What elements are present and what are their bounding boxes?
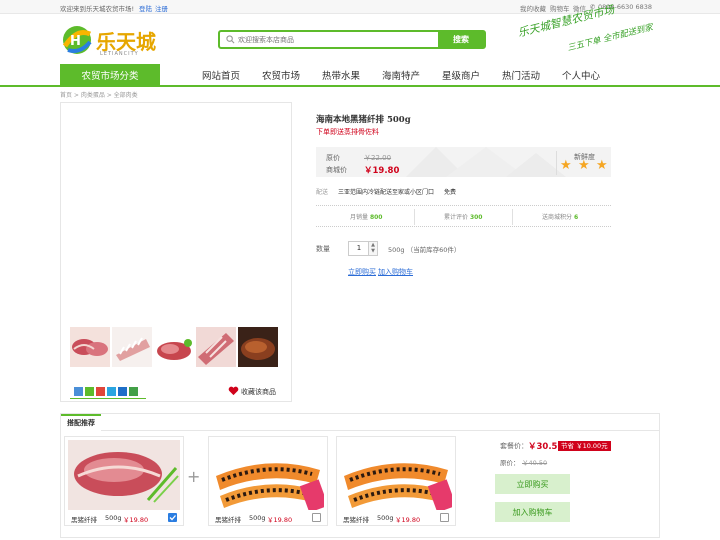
- pork-image: [68, 440, 180, 510]
- buy-now-link[interactable]: 立即购买: [348, 267, 376, 277]
- chevron-down-icon[interactable]: ▼: [369, 248, 377, 254]
- product-title: 海南本地黑猪纤排 500g: [316, 115, 411, 125]
- combo-item-name: 黑猪纤排: [71, 516, 97, 524]
- product-thumbnail[interactable]: [196, 327, 236, 367]
- combo-divider: [101, 430, 659, 431]
- nav-item-user-center[interactable]: 个人中心: [562, 68, 600, 82]
- share-weibo-icon[interactable]: [96, 387, 105, 396]
- quantity-input[interactable]: 1: [348, 241, 370, 256]
- product-thumbnail[interactable]: [238, 327, 278, 367]
- search-box: 搜索: [218, 30, 486, 49]
- site-logo[interactable]: H 乐天城 LETIANCITY: [60, 20, 160, 62]
- login-link[interactable]: 登陆: [139, 3, 152, 13]
- plus-icon: +: [187, 467, 201, 486]
- stock-info: 500g （当前库存60件）: [388, 246, 461, 254]
- tab-combo[interactable]: 搭配推荐: [61, 414, 101, 430]
- stat-divider: [512, 209, 513, 225]
- orig-price: ￥22.00: [364, 154, 392, 162]
- combo-item[interactable]: 黑猪纤排 500g ￥19.80: [336, 436, 456, 526]
- papaya-image: [340, 440, 452, 510]
- share-qzone-icon[interactable]: [74, 387, 83, 396]
- combo-buy-button[interactable]: 立即购买: [495, 474, 570, 494]
- svg-text:H: H: [70, 34, 81, 49]
- combo-item-price: ￥19.80: [267, 516, 293, 524]
- share-wechat-icon[interactable]: [85, 387, 94, 396]
- product-stats: 月销量 800 累计评价 300 送商城积分 6: [316, 205, 611, 227]
- nav-item-star-merchants[interactable]: 星级商户: [442, 68, 480, 82]
- product-thumbnail[interactable]: [154, 327, 194, 367]
- my-favorites-link[interactable]: 我的收藏: [520, 3, 546, 13]
- stat-monthly-sales: 月销量 800: [350, 214, 383, 221]
- set-price-label: 套餐价：: [500, 442, 528, 450]
- shipping-label: 配送: [316, 189, 329, 196]
- category-menu-button[interactable]: 农贸市场分类: [60, 64, 160, 86]
- search-input[interactable]: [238, 32, 433, 47]
- breadcrumb: 首页 > 肉类蛋品 > 全部肉类: [60, 92, 138, 99]
- add-to-cart-link[interactable]: 加入购物车: [378, 267, 413, 277]
- combo-item[interactable]: 黑猪纤排 500g ￥19.80: [64, 436, 184, 526]
- stat-divider: [414, 209, 415, 225]
- papaya-image: [212, 440, 324, 510]
- product-thumbnail[interactable]: [112, 327, 152, 367]
- savings-badge: 节省 ￥10.00元: [558, 441, 611, 451]
- shipping-text: 三亚范围内冷链配送至家或小区门口: [338, 189, 435, 196]
- combo-orig-label: 原价：: [500, 459, 520, 467]
- price-panel-decoration: [406, 147, 566, 177]
- search-button[interactable]: 搜索: [438, 32, 484, 47]
- share-buttons: [74, 387, 140, 398]
- checkmark-icon: [169, 515, 176, 521]
- combo-item-name: 黑猪纤排: [215, 516, 241, 524]
- mall-price-label: 商城价: [326, 166, 347, 174]
- combo-item-checkbox[interactable]: [312, 513, 321, 522]
- logo-subtext: LETIANCITY: [100, 51, 139, 57]
- combo-add-cart-button[interactable]: 加入购物车: [495, 502, 570, 522]
- combo-item-weight: 500g: [249, 514, 266, 522]
- nav-item-home[interactable]: 网站首页: [202, 68, 240, 82]
- share-tencent-icon[interactable]: [107, 387, 116, 396]
- quantity-label: 数量: [316, 245, 330, 253]
- nav-item-market[interactable]: 农贸市场: [262, 68, 300, 82]
- share-underline: [70, 398, 146, 399]
- combo-item-weight: 500g: [377, 514, 394, 522]
- register-link[interactable]: 注册: [155, 3, 168, 13]
- stat-reviews: 累计评价 300: [444, 214, 483, 221]
- freshness-divider: [556, 151, 557, 175]
- star-icon: ★: [578, 158, 590, 173]
- star-icon: ★: [596, 158, 608, 173]
- star-icon: ★: [560, 158, 572, 173]
- mall-price: ￥19.80: [364, 166, 400, 176]
- combo-item-weight: 500g: [105, 514, 122, 522]
- quantity-stepper[interactable]: ▲ ▼: [368, 241, 378, 256]
- combo-item[interactable]: 黑猪纤排 500g ￥19.80: [208, 436, 328, 526]
- stat-points: 送商城积分 6: [542, 214, 579, 221]
- share-douban-icon[interactable]: [129, 387, 138, 396]
- combo-item-price: ￥19.80: [123, 516, 149, 524]
- welcome-text: 欢迎来到乐天城农贸市场!: [60, 5, 135, 13]
- nav-item-hainan-specialty[interactable]: 海南特产: [382, 68, 420, 82]
- shipping-free: 免费: [444, 189, 457, 196]
- combo-item-price: ￥19.80: [395, 516, 421, 524]
- search-icon: [226, 35, 235, 44]
- product-thumbnail[interactable]: [70, 327, 110, 367]
- nav-item-tropical-fruit[interactable]: 热带水果: [322, 68, 360, 82]
- heart-icon[interactable]: [228, 386, 239, 396]
- share-renren-icon[interactable]: [118, 387, 127, 396]
- combo-item-checkbox[interactable]: [168, 513, 177, 522]
- orig-price-label: 原价: [326, 154, 340, 162]
- favorite-product-link[interactable]: 收藏该商品: [241, 387, 276, 397]
- combo-orig-price: ￥40.50: [522, 459, 548, 467]
- combo-item-name: 黑猪纤排: [343, 516, 369, 524]
- combo-item-checkbox[interactable]: [440, 513, 449, 522]
- nav-item-hot-events[interactable]: 热门活动: [502, 68, 540, 82]
- price-panel: 原价 ￥22.00 商城价 ￥19.80 新鲜度 ★ ★ ★: [316, 147, 611, 177]
- promo-text: 下单即送蒸排骨佐料: [316, 128, 379, 136]
